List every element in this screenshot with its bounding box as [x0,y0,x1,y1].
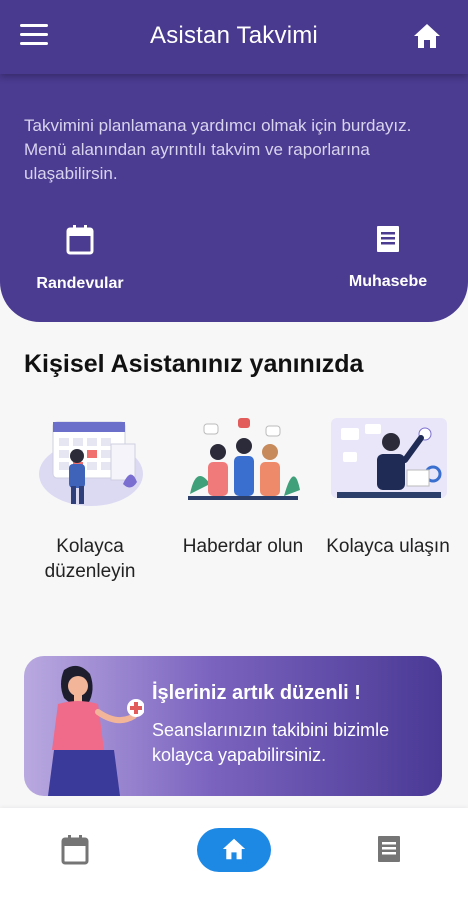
accounting-shortcut[interactable]: Muhasebe [340,224,436,291]
app-bar: Asistan Takvimi [0,0,468,74]
bottom-navigation [0,808,468,900]
feature-caption: Haberdar olun [182,536,304,557]
section-title: Kişisel Asistanınız yanınızda [24,350,364,378]
calendar-planning-illustration [39,421,143,506]
feature-caption: Kolayca ulaşın [326,536,450,557]
nav-home-icon[interactable] [197,828,271,872]
promo-banner[interactable]: İşleriniz artık düzenli ! Seanslarınızın… [24,656,442,796]
document-icon [340,224,436,259]
feature-easy-access[interactable]: Kolayca ulaşın [323,414,453,559]
nav-document-icon[interactable] [376,834,402,869]
accounting-label: Muhasebe [348,273,428,290]
app-title: Asistan Takvimi [150,22,318,49]
appointments-label: Randevular [36,275,124,292]
appointments-shortcut[interactable]: Randevular [30,224,130,293]
banner-text: Seanslarınızın takibini bizimle kolayca … [152,720,390,765]
calendar-icon [30,224,130,261]
feature-caption: Kolayca düzenleyin [44,536,136,582]
intro-text: Takvimini planlamana yardımcı olmak için… [24,116,412,183]
office-illustration [331,418,447,498]
feature-stay-informed[interactable]: Haberdar olun [178,414,308,559]
home-icon[interactable] [412,22,442,50]
nav-calendar-icon[interactable] [60,834,90,871]
feature-easy-organize[interactable]: Kolayca düzenleyin [25,414,155,584]
team-illustration [188,418,300,500]
woman-illustration [48,665,144,796]
banner-title: İşleriniz artık düzenli ! [152,682,361,704]
